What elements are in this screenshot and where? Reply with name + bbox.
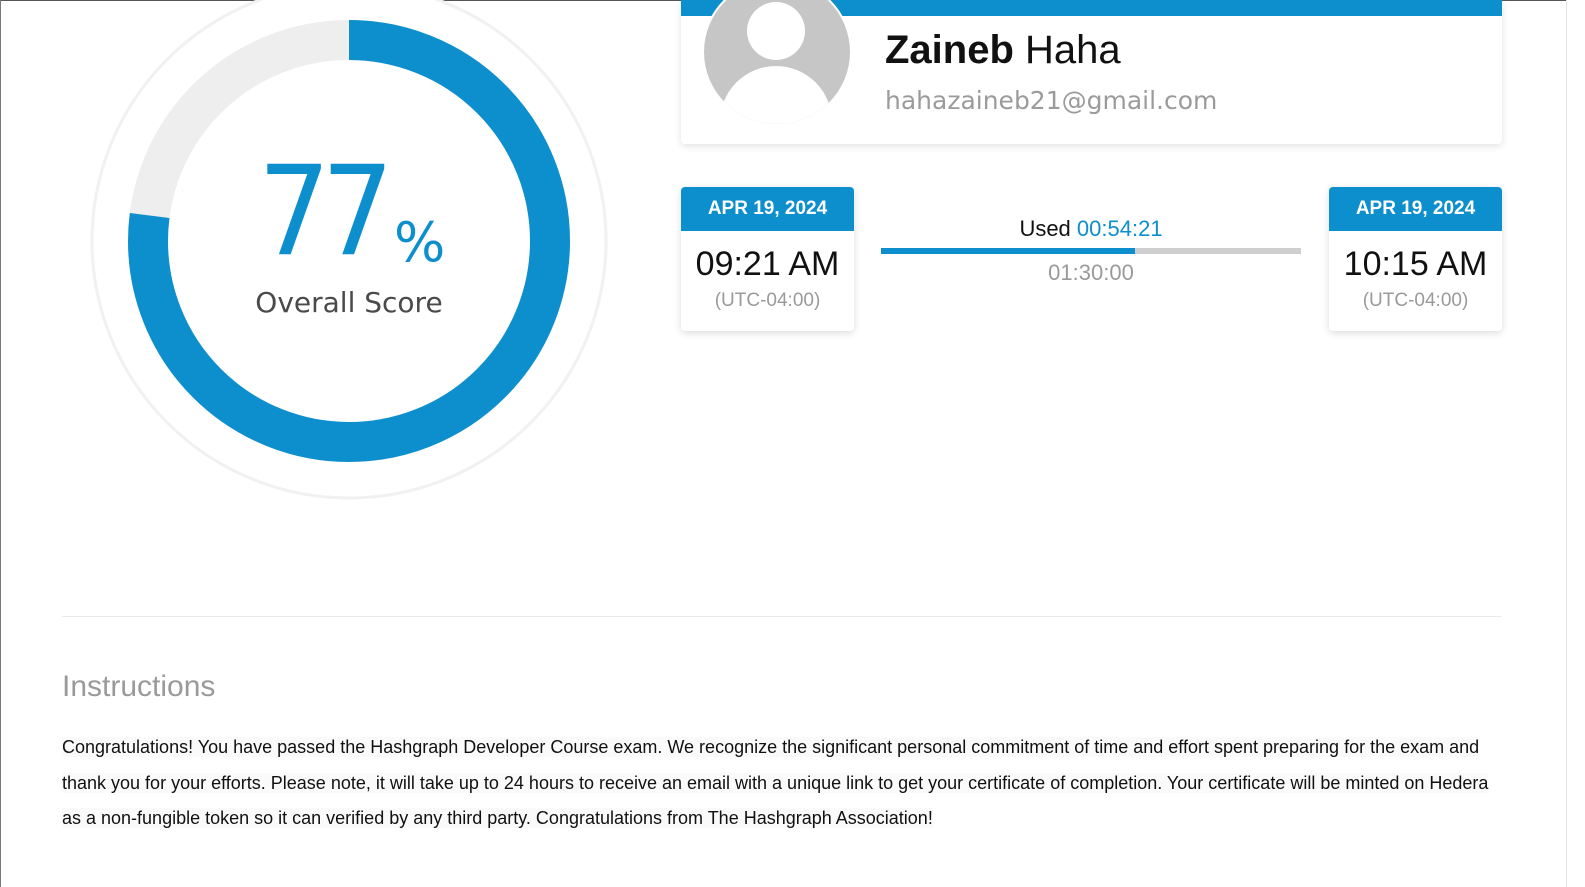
end-date: APR 19, 2024 — [1329, 187, 1502, 231]
window-left-border — [0, 0, 1, 887]
total-time: 01:30:00 — [1048, 260, 1134, 285]
start-timezone: (UTC-04:00) — [714, 290, 821, 311]
time-progress-fill — [881, 248, 1135, 254]
candidate-name: Zaineb Haha — [885, 28, 1121, 73]
score-label: Overall Score — [255, 286, 443, 319]
used-time-value: 00:54:21 — [1076, 216, 1163, 241]
score-unit: % — [394, 211, 446, 274]
vertical-scrollbar[interactable] — [1566, 0, 1585, 887]
section-divider — [62, 616, 1502, 617]
end-time-card: APR 19, 2024 10:15 AM (UTC-04:00) — [1329, 187, 1502, 331]
instructions-body: Congratulations! You have passed the Has… — [62, 737, 1489, 828]
used-time-line: Used 00:54:21 — [881, 216, 1301, 242]
default-user-avatar-icon — [702, 0, 852, 126]
end-timezone: (UTC-04:00) — [1362, 290, 1469, 311]
end-time: 10:15 AM — [1343, 245, 1488, 283]
profile-card: Zaineb Haha hahazaineb21@gmail.com — [681, 0, 1502, 144]
duration-panel: Used 00:54:21 01:30:00 — [881, 216, 1301, 286]
used-label: Used — [1019, 216, 1071, 241]
instructions-text: Congratulations! You have passed the Has… — [62, 730, 1502, 837]
score-value: 77 — [258, 140, 394, 284]
time-progress-track — [881, 248, 1301, 254]
last-name: Haha — [1025, 28, 1121, 72]
instructions-title: Instructions — [62, 670, 216, 703]
candidate-email: hahazaineb21@gmail.com — [885, 86, 1218, 115]
first-name: Zaineb — [885, 28, 1014, 72]
start-time: 09:21 AM — [695, 245, 840, 283]
start-time-card: APR 19, 2024 09:21 AM (UTC-04:00) — [681, 187, 854, 331]
start-date: APR 19, 2024 — [681, 187, 854, 231]
score-gauge: 77 % Overall Score — [90, 0, 608, 500]
